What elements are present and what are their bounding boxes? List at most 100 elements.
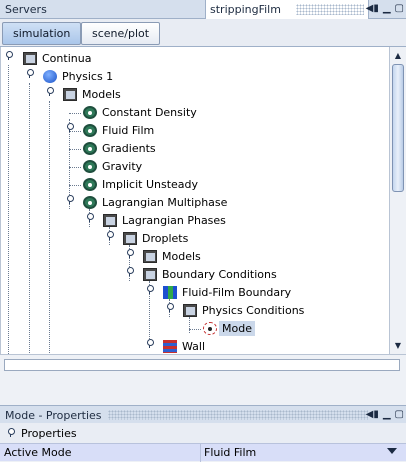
- panel-gap: [0, 376, 406, 405]
- tree-node-label: Gravity: [102, 159, 143, 173]
- tree-node-label: Boundary Conditions: [162, 267, 277, 281]
- servers-title-bar: Servers strippingFilm ◀▮ ▁ ▢: [0, 0, 406, 19]
- tree-node-fluid-film[interactable]: Fluid Film: [83, 121, 154, 139]
- tree-connector: [49, 101, 50, 353]
- properties-panel-title: Mode - Properties: [5, 409, 102, 422]
- tree-node-lagrangian-phases[interactable]: Lagrangian Phases: [103, 211, 226, 229]
- tree-node-label: Lagrangian Phases: [122, 213, 226, 227]
- folder-icon: [103, 213, 117, 227]
- tree-node-label: Wall: [182, 339, 206, 353]
- model-icon: [83, 105, 97, 119]
- wall-icon: [163, 339, 177, 353]
- model-icon: [83, 123, 97, 137]
- expand-handle[interactable]: [125, 249, 134, 258]
- tree-node-wall[interactable]: Wall: [163, 337, 205, 354]
- expand-handle[interactable]: [65, 123, 74, 132]
- window-controls: ◀▮ ▁ ▢: [366, 3, 404, 15]
- tree-node-implicit-unsteady[interactable]: Implicit Unsteady: [83, 175, 198, 193]
- tree-vertical-scrollbar[interactable]: ▲ ▼: [389, 47, 406, 354]
- tree-node-gravity[interactable]: Gravity: [83, 157, 142, 175]
- model-icon: [83, 159, 97, 173]
- pin-window-icon[interactable]: ◀▮: [366, 409, 379, 421]
- model-icon: [83, 141, 97, 155]
- drag-grip[interactable]: [296, 4, 364, 15]
- properties-key-icon: [6, 428, 15, 438]
- tree-node-label: Lagrangian Multiphase: [102, 195, 228, 209]
- collapse-handle[interactable]: [165, 303, 174, 312]
- tree-node-label: Models: [82, 87, 121, 101]
- scroll-track[interactable]: [4, 359, 400, 371]
- boundary-icon: [163, 285, 177, 299]
- properties-header-label: Properties: [21, 427, 77, 440]
- tab-simulation[interactable]: simulation: [2, 22, 82, 45]
- folder-icon: [123, 231, 137, 245]
- drag-grip[interactable]: [108, 410, 368, 420]
- properties-header: Properties: [0, 423, 406, 443]
- expand-handle[interactable]: [145, 339, 154, 348]
- collapse-handle[interactable]: [45, 87, 54, 96]
- tree-horizontal-scrollbar[interactable]: [0, 354, 406, 376]
- tree-node-label: Fluid-Film Boundary: [182, 285, 292, 299]
- strippingfilm-title-tab[interactable]: strippingFilm: [205, 0, 369, 19]
- tree-node-mode[interactable]: Mode: [203, 319, 255, 337]
- dropdown-arrow-icon[interactable]: [387, 448, 397, 454]
- tree-node-models[interactable]: Models: [63, 85, 121, 103]
- strippingfilm-title: strippingFilm: [210, 3, 281, 16]
- property-value[interactable]: Fluid Film: [204, 446, 256, 459]
- minimize-icon[interactable]: ▁: [383, 3, 391, 15]
- folder-icon: [143, 249, 157, 263]
- tree-node-continua[interactable]: Continua: [23, 49, 91, 67]
- tree-node-lagrangian-multiphase[interactable]: Lagrangian Multiphase: [83, 193, 227, 211]
- tree-connector: [69, 149, 81, 150]
- collapse-handle[interactable]: [85, 213, 94, 222]
- tree-node-label: Implicit Unsteady: [102, 177, 199, 191]
- tree-node-label: Continua: [42, 51, 92, 65]
- collapse-handle[interactable]: [105, 231, 114, 240]
- scroll-up-icon[interactable]: ▲: [390, 48, 406, 63]
- properties-title-bar: Mode - Properties ◀▮ ▁ ▢: [0, 405, 406, 423]
- tree-node-label: Models: [162, 249, 201, 263]
- tab-strip: simulation scene/plot: [0, 19, 406, 47]
- tree-connector: [69, 113, 81, 114]
- tab-scene-plot[interactable]: scene/plot: [81, 22, 161, 45]
- tree-node-droplets[interactable]: Droplets: [123, 229, 188, 247]
- collapse-handle[interactable]: [145, 285, 154, 294]
- pin-window-icon[interactable]: ◀▮: [366, 3, 379, 15]
- tree-node-label: Fluid Film: [102, 123, 155, 137]
- tree-connector: [189, 329, 201, 330]
- maximize-icon[interactable]: ▢: [395, 3, 404, 15]
- folder-icon: [63, 87, 77, 101]
- collapse-handle[interactable]: [4, 51, 13, 60]
- tree-node-physics-1[interactable]: Physics 1: [43, 67, 113, 85]
- scroll-down-icon[interactable]: ▼: [390, 338, 406, 353]
- servers-panel-title: Servers: [5, 3, 47, 16]
- simulation-tree[interactable]: Continua Physics 1 Models Constant Densi…: [0, 47, 389, 354]
- tree-connector: [189, 317, 190, 333]
- tree-node-gradients[interactable]: Gradients: [83, 139, 156, 157]
- tree-node-physics-conditions[interactable]: Physics Conditions: [183, 301, 304, 319]
- window-controls: ◀▮ ▁ ▢: [366, 409, 404, 421]
- tree-node-label: Physics Conditions: [202, 303, 305, 317]
- tree-connector: [8, 65, 9, 354]
- tree-node-label: Gradients: [102, 141, 156, 155]
- folder-icon: [23, 51, 37, 65]
- collapse-handle[interactable]: [25, 69, 34, 78]
- mode-icon: [203, 321, 217, 335]
- tree-node-boundary-conditions[interactable]: Boundary Conditions: [143, 265, 277, 283]
- model-icon: [83, 195, 97, 209]
- tree-connector: [69, 167, 81, 168]
- tree-node-droplet-models[interactable]: Models: [143, 247, 201, 265]
- tree-node-label: Mode: [219, 320, 255, 336]
- tree-node-fluid-film-boundary[interactable]: Fluid-Film Boundary: [163, 283, 291, 301]
- collapse-handle[interactable]: [65, 195, 74, 204]
- scroll-thumb[interactable]: [392, 64, 404, 192]
- maximize-icon[interactable]: ▢: [395, 409, 404, 421]
- property-row-active-mode[interactable]: Active Mode Fluid Film: [0, 443, 406, 462]
- tree-node-constant-density[interactable]: Constant Density: [83, 103, 197, 121]
- collapse-handle[interactable]: [125, 267, 134, 276]
- tree-node-label: Constant Density: [102, 105, 197, 119]
- minimize-icon[interactable]: ▁: [383, 409, 391, 421]
- folder-icon: [143, 267, 157, 281]
- folder-icon: [183, 303, 197, 317]
- tree-node-label: Physics 1: [62, 69, 114, 83]
